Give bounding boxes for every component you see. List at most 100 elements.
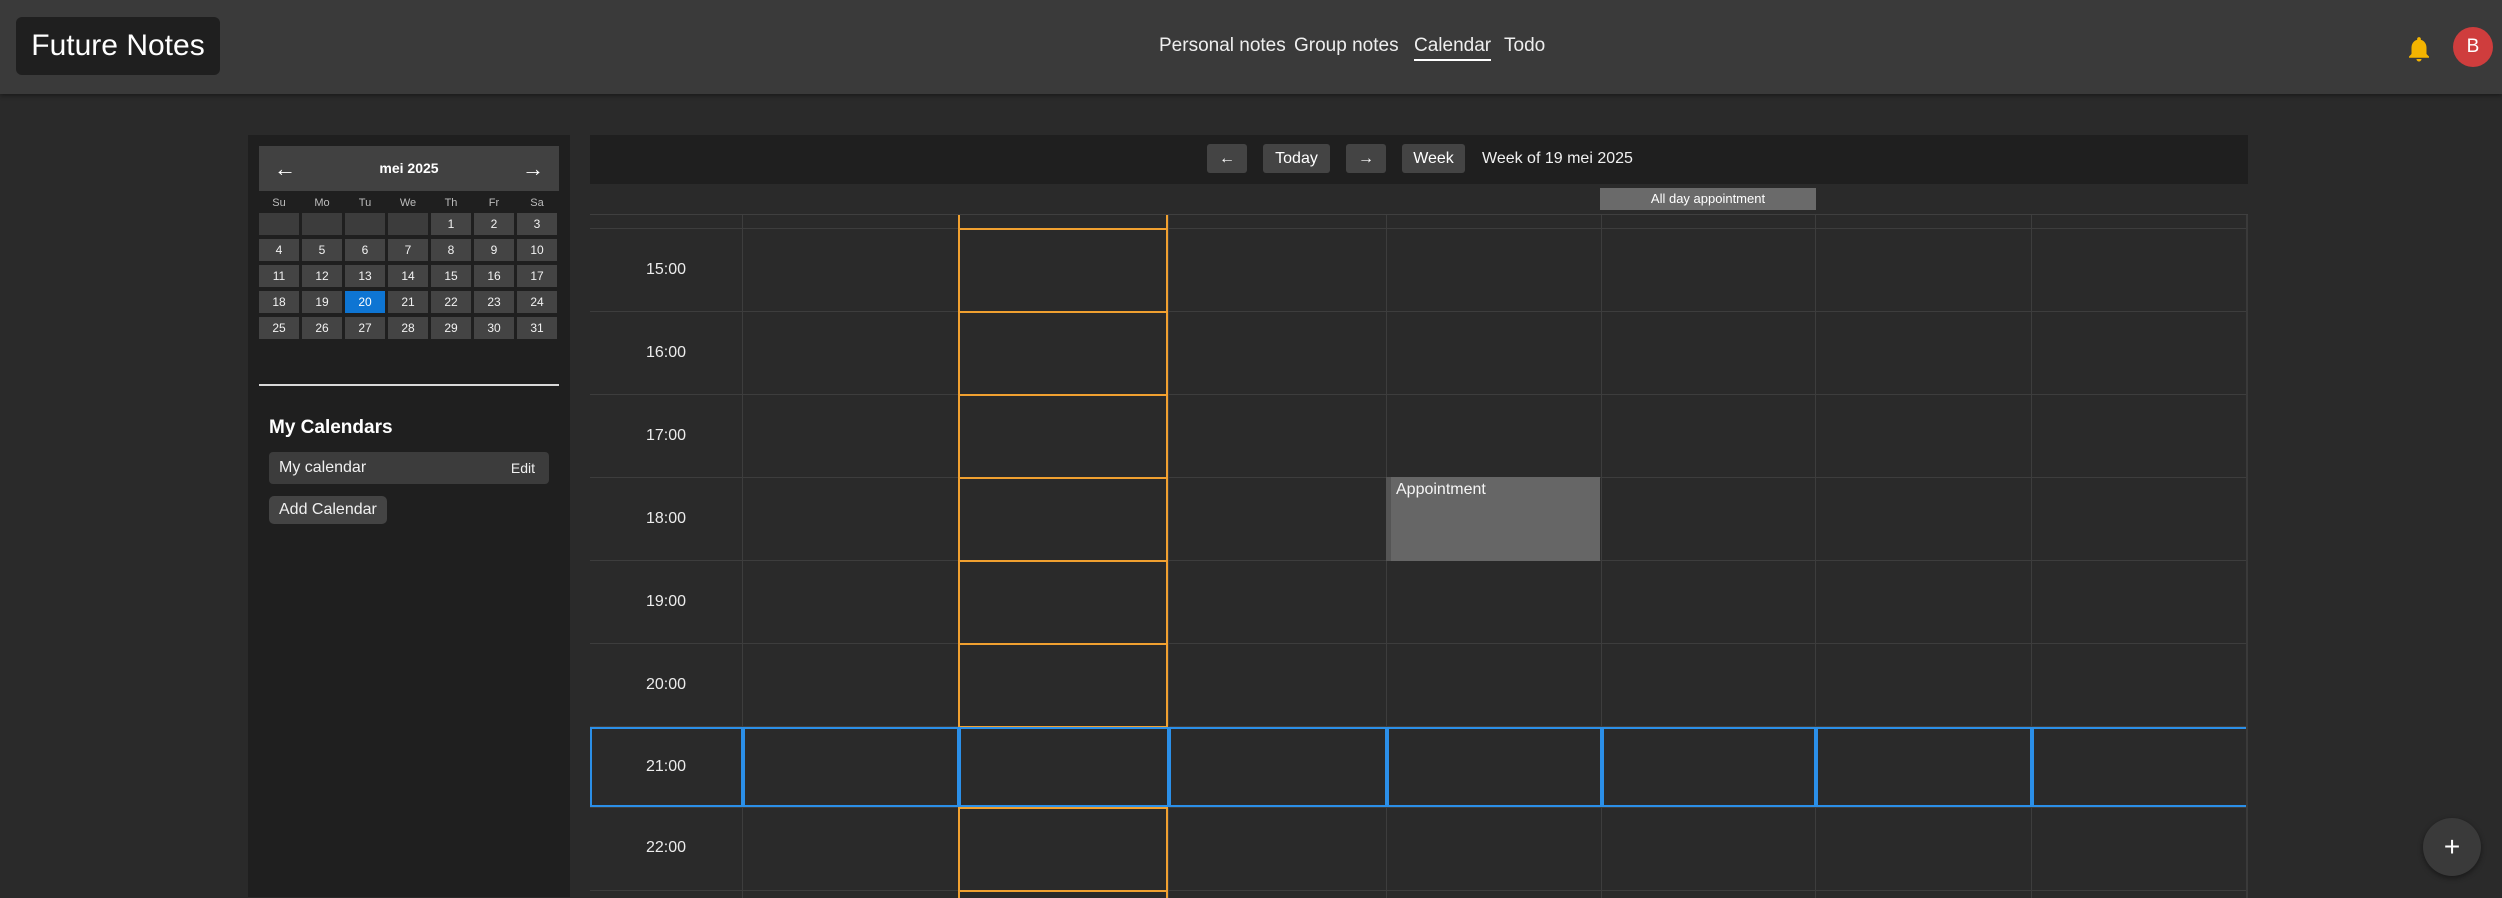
mini-calendar-header: ← mei 2025 → bbox=[259, 146, 559, 191]
hour-line bbox=[590, 228, 2248, 229]
today-hour-cell[interactable] bbox=[958, 228, 1168, 313]
nav-calendar[interactable]: Calendar bbox=[1414, 33, 1492, 61]
today-hour-cell[interactable] bbox=[958, 477, 1168, 562]
edit-calendar-button[interactable]: Edit bbox=[511, 452, 535, 484]
mini-day[interactable]: 25 bbox=[259, 317, 299, 339]
weekday-label: Fr bbox=[488, 197, 500, 209]
appointment-event[interactable]: Appointment bbox=[1386, 477, 1600, 561]
hour-label: 17:00 bbox=[645, 427, 687, 444]
mini-day-selected[interactable]: 20 bbox=[345, 291, 385, 313]
week-grid: 15:00 16:00 17:00 18:00 19:00 20:00 21:0… bbox=[590, 214, 2248, 898]
mini-day[interactable]: 10 bbox=[517, 239, 557, 261]
next-week-button[interactable]: → bbox=[1346, 144, 1386, 173]
calendar-list-item[interactable]: My calendar Edit bbox=[269, 452, 549, 484]
hour-line bbox=[590, 807, 2248, 808]
mini-day[interactable]: 5 bbox=[302, 239, 342, 261]
mini-day[interactable]: 2 bbox=[474, 213, 514, 235]
calendar-toolbar: ← Today → Week Week of 19 mei 2025 bbox=[590, 135, 2248, 184]
top-bar: Future Notes Personal notes Group notes … bbox=[0, 0, 2502, 94]
current-hour-cell[interactable] bbox=[959, 727, 1169, 807]
mini-day[interactable]: 3 bbox=[517, 213, 557, 235]
week-range-label: Week of 19 mei 2025 bbox=[1482, 150, 1633, 167]
weekday-label: We bbox=[399, 197, 417, 209]
weekday-label: Su bbox=[272, 197, 286, 209]
hour-label: 19:00 bbox=[645, 593, 687, 610]
add-fab-button[interactable]: + bbox=[2423, 818, 2481, 876]
nav-group-notes[interactable]: Group notes bbox=[1294, 33, 1399, 59]
hour-label: 22:00 bbox=[645, 839, 687, 856]
mini-day[interactable]: 12 bbox=[302, 265, 342, 287]
mini-day[interactable]: 28 bbox=[388, 317, 428, 339]
today-hour-cell[interactable] bbox=[958, 643, 1168, 728]
hour-line bbox=[590, 890, 2248, 891]
bell-icon[interactable] bbox=[2404, 34, 2434, 64]
mini-day[interactable]: 8 bbox=[431, 239, 471, 261]
today-button[interactable]: Today bbox=[1263, 144, 1330, 173]
mini-day[interactable]: 1 bbox=[431, 213, 471, 235]
mini-day-empty bbox=[259, 213, 299, 235]
calendar-name: My calendar bbox=[279, 459, 367, 476]
current-hour-cell[interactable] bbox=[1602, 727, 1816, 807]
mini-day[interactable]: 21 bbox=[388, 291, 428, 313]
mini-day[interactable]: 14 bbox=[388, 265, 428, 287]
mini-day[interactable]: 31 bbox=[517, 317, 557, 339]
mini-day[interactable]: 23 bbox=[474, 291, 514, 313]
hour-label: 15:00 bbox=[645, 261, 687, 278]
mini-next-month-button[interactable]: → bbox=[513, 146, 553, 191]
hour-line bbox=[590, 311, 2248, 312]
mini-day-empty bbox=[345, 213, 385, 235]
mini-day[interactable]: 29 bbox=[431, 317, 471, 339]
weekday-label: Sa bbox=[530, 197, 544, 209]
today-hour-cell[interactable] bbox=[958, 807, 1168, 892]
all-day-strip: All day appointment bbox=[590, 186, 2248, 214]
hour-label: 16:00 bbox=[645, 344, 687, 361]
nav-personal-notes[interactable]: Personal notes bbox=[1159, 33, 1286, 59]
weekday-label: Mo bbox=[314, 197, 330, 209]
hour-label: 21:00 bbox=[645, 758, 687, 775]
hour-line bbox=[590, 394, 2248, 395]
hour-label: 20:00 bbox=[645, 676, 687, 693]
mini-day[interactable]: 27 bbox=[345, 317, 385, 339]
mini-day[interactable]: 11 bbox=[259, 265, 299, 287]
mini-day[interactable]: 15 bbox=[431, 265, 471, 287]
sidebar: ← mei 2025 → Su Mo Tu We Th Fr Sa 1 2 3 … bbox=[248, 135, 570, 897]
hour-line bbox=[590, 643, 2248, 644]
mini-day[interactable]: 6 bbox=[345, 239, 385, 261]
mini-day[interactable]: 26 bbox=[302, 317, 342, 339]
weekday-label: Tu bbox=[358, 197, 372, 209]
current-hour-row bbox=[590, 727, 2248, 807]
prev-week-button[interactable]: ← bbox=[1207, 144, 1247, 173]
current-hour-cell[interactable] bbox=[743, 727, 959, 807]
mini-day[interactable]: 18 bbox=[259, 291, 299, 313]
mini-day[interactable]: 9 bbox=[474, 239, 514, 261]
today-hour-cell[interactable] bbox=[958, 394, 1168, 479]
mini-day[interactable]: 4 bbox=[259, 239, 299, 261]
view-week-button[interactable]: Week bbox=[1402, 144, 1465, 173]
mini-calendar-title: mei 2025 bbox=[379, 160, 439, 176]
appointment-title: Appointment bbox=[1396, 481, 1486, 498]
current-hour-cell[interactable] bbox=[1816, 727, 2032, 807]
mini-day[interactable]: 16 bbox=[474, 265, 514, 287]
current-hour-cell[interactable] bbox=[1169, 727, 1387, 807]
mini-prev-month-button[interactable]: ← bbox=[265, 146, 305, 191]
add-calendar-button[interactable]: Add Calendar bbox=[269, 496, 387, 524]
current-hour-cell[interactable] bbox=[1387, 727, 1602, 807]
week-scrollbar[interactable] bbox=[2246, 215, 2248, 898]
user-avatar[interactable]: B bbox=[2453, 27, 2493, 67]
mini-day[interactable]: 22 bbox=[431, 291, 471, 313]
all-day-event[interactable]: All day appointment bbox=[1600, 188, 1816, 210]
current-hour-cell[interactable] bbox=[2032, 727, 2248, 807]
today-hour-cell[interactable] bbox=[958, 560, 1168, 645]
nav-todo[interactable]: Todo bbox=[1504, 33, 1545, 59]
today-hour-cell[interactable] bbox=[958, 311, 1168, 396]
app-logo[interactable]: Future Notes bbox=[16, 17, 220, 75]
mini-day-empty bbox=[302, 213, 342, 235]
mini-day-empty bbox=[388, 213, 428, 235]
mini-day[interactable]: 30 bbox=[474, 317, 514, 339]
mini-day[interactable]: 13 bbox=[345, 265, 385, 287]
mini-day[interactable]: 24 bbox=[517, 291, 557, 313]
my-calendars-heading: My Calendars bbox=[269, 417, 393, 438]
mini-day[interactable]: 7 bbox=[388, 239, 428, 261]
mini-day[interactable]: 19 bbox=[302, 291, 342, 313]
mini-day[interactable]: 17 bbox=[517, 265, 557, 287]
